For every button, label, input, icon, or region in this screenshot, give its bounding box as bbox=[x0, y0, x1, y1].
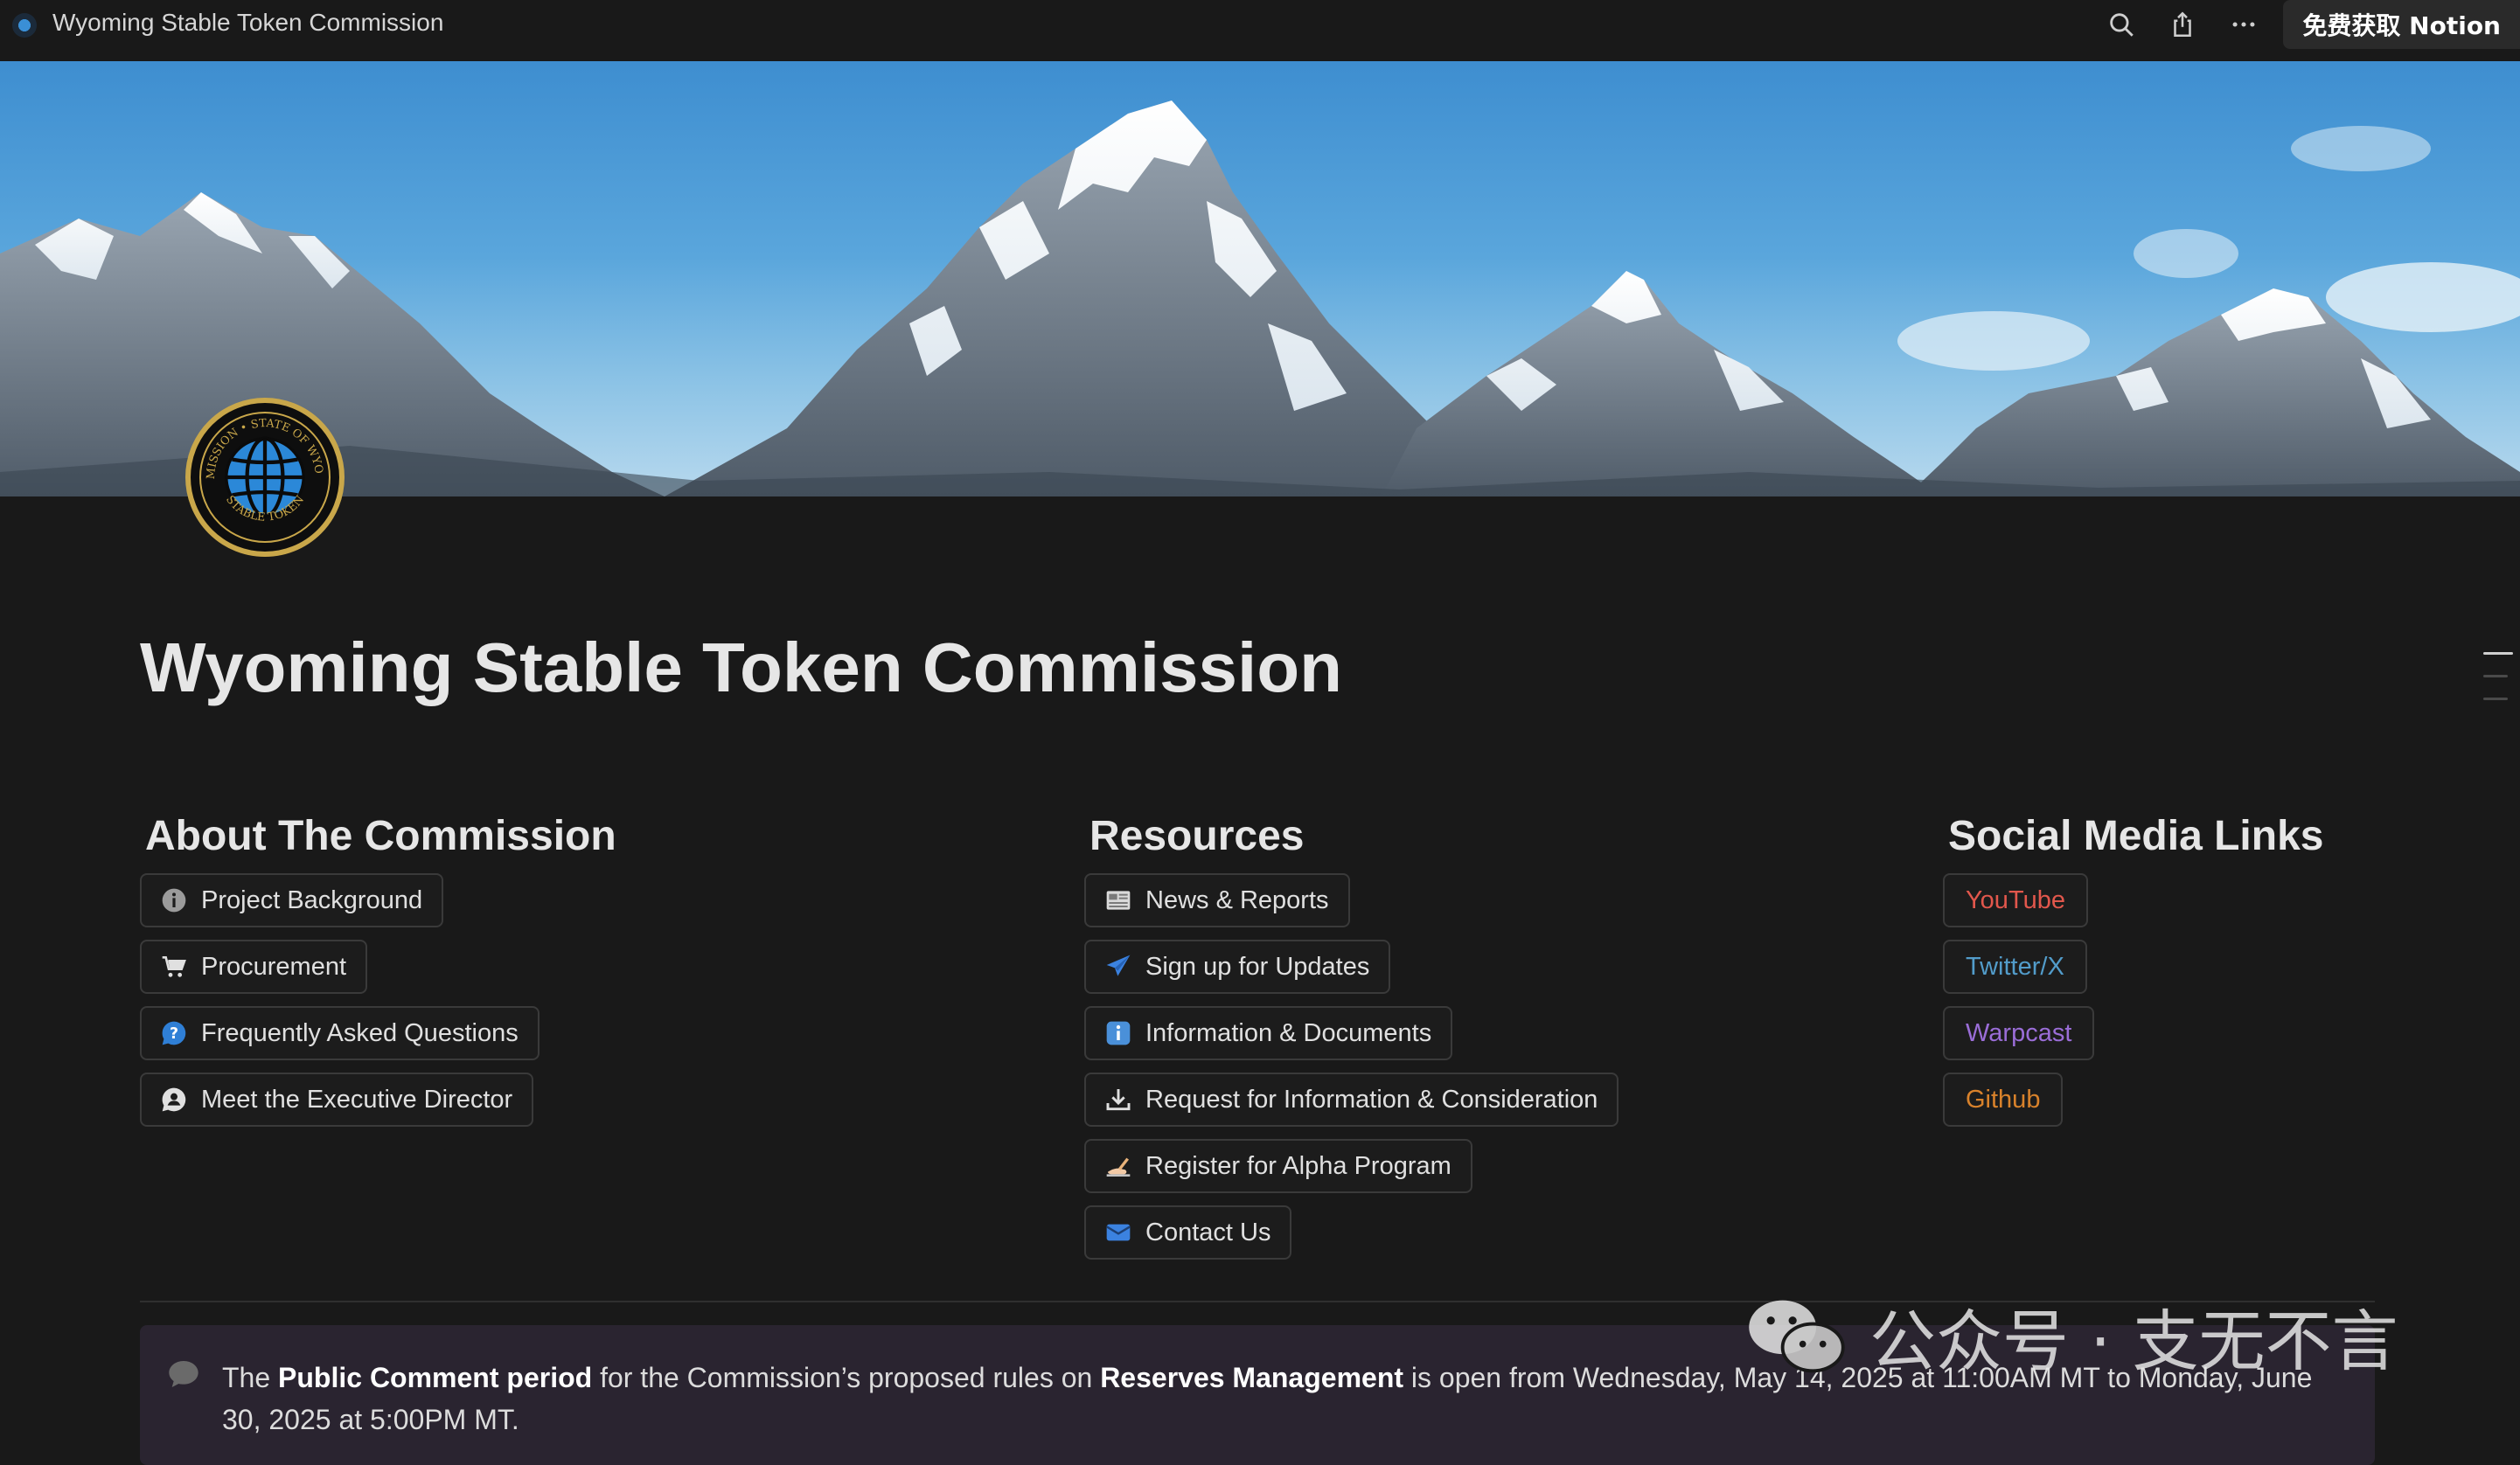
table-of-contents-minimap[interactable] bbox=[2483, 652, 2513, 720]
button-label: Procurement bbox=[201, 952, 347, 981]
seal-ring bbox=[199, 412, 331, 543]
resources-column: Resources News & Reports Sign up for Upd… bbox=[1084, 809, 1619, 1272]
more-icon[interactable] bbox=[2213, 0, 2274, 49]
button-label: Project Background bbox=[201, 885, 423, 914]
question-bubble-icon: ? bbox=[159, 1018, 189, 1048]
meet-director-button[interactable]: Meet the Executive Director bbox=[140, 1073, 534, 1127]
commission-seal-icon: COMMISSION • STATE OF WYOMING STABLE TOK… bbox=[185, 398, 345, 557]
get-notion-button[interactable]: 免费获取 Notion bbox=[2283, 0, 2520, 49]
callout-bold-public-comment: Public Comment period bbox=[278, 1362, 593, 1393]
callout-text-1: The bbox=[222, 1362, 279, 1393]
information-documents-button[interactable]: Information & Documents bbox=[1084, 1006, 1453, 1060]
toc-line[interactable] bbox=[2483, 698, 2508, 700]
cover-image bbox=[0, 61, 2520, 496]
top-bar: Wyoming Stable Token Commission 免费获取 Not… bbox=[0, 0, 2520, 61]
button-label: Twitter/X bbox=[1966, 952, 2064, 981]
social-heading: Social Media Links bbox=[1948, 813, 2324, 859]
search-icon[interactable] bbox=[2091, 0, 2152, 49]
page-favicon-icon bbox=[12, 13, 37, 38]
button-label: Warpcast bbox=[1966, 1018, 2072, 1047]
info-icon bbox=[159, 885, 189, 915]
person-bubble-icon bbox=[159, 1085, 189, 1114]
toc-line[interactable] bbox=[2483, 675, 2508, 677]
button-label: Github bbox=[1966, 1085, 2041, 1114]
resources-heading: Resources bbox=[1089, 813, 1305, 859]
information-icon bbox=[1103, 1018, 1133, 1048]
newspaper-icon bbox=[1103, 885, 1133, 915]
button-label: Meet the Executive Director bbox=[201, 1085, 513, 1114]
button-label: Frequently Asked Questions bbox=[201, 1018, 519, 1047]
project-background-button[interactable]: Project Background bbox=[140, 873, 444, 927]
page-title: Wyoming Stable Token Commission bbox=[140, 628, 1342, 706]
svg-text:?: ? bbox=[170, 1025, 178, 1043]
download-icon bbox=[1103, 1085, 1133, 1114]
github-link[interactable]: Github bbox=[1943, 1073, 2064, 1127]
request-information-button[interactable]: Request for Information & Consideration bbox=[1084, 1073, 1619, 1127]
youtube-link[interactable]: YouTube bbox=[1943, 873, 2088, 927]
button-label: Register for Alpha Program bbox=[1145, 1151, 1451, 1180]
speech-bubble-icon bbox=[169, 1361, 198, 1387]
faq-button[interactable]: ? Frequently Asked Questions bbox=[140, 1006, 540, 1060]
wechat-icon bbox=[1749, 1300, 1845, 1373]
paper-plane-icon bbox=[1103, 952, 1133, 982]
watermark-text: 公众号 · 支无不言 bbox=[1869, 1302, 2398, 1380]
callout-bold-reserves: Reserves Management bbox=[1100, 1362, 1404, 1393]
button-label: Sign up for Updates bbox=[1145, 952, 1370, 981]
button-label: Information & Documents bbox=[1145, 1018, 1432, 1047]
writing-hand-icon bbox=[1103, 1151, 1133, 1181]
toc-line[interactable] bbox=[2483, 652, 2513, 655]
window-title: Wyoming Stable Token Commission bbox=[52, 9, 444, 36]
button-label: YouTube bbox=[1966, 885, 2065, 914]
top-actions: 免费获取 Notion bbox=[2091, 0, 2520, 49]
twitter-link[interactable]: Twitter/X bbox=[1943, 940, 2087, 994]
about-heading: About The Commission bbox=[145, 813, 616, 859]
news-reports-button[interactable]: News & Reports bbox=[1084, 873, 1350, 927]
about-column: About The Commission Project Background … bbox=[140, 809, 616, 1139]
button-label: News & Reports bbox=[1145, 885, 1329, 914]
social-column: Social Media Links YouTube Twitter/X War… bbox=[1943, 809, 2323, 1139]
share-icon[interactable] bbox=[2152, 0, 2213, 49]
procurement-button[interactable]: Procurement bbox=[140, 940, 368, 994]
register-alpha-button[interactable]: Register for Alpha Program bbox=[1084, 1139, 1472, 1193]
cart-icon bbox=[159, 952, 189, 982]
callout-text-2: for the Commission’s proposed rules on bbox=[592, 1362, 1101, 1393]
button-label: Contact Us bbox=[1145, 1218, 1271, 1246]
envelope-icon bbox=[1103, 1218, 1133, 1247]
warpcast-link[interactable]: Warpcast bbox=[1943, 1006, 2095, 1060]
watermark: 公众号 · 支无不言 bbox=[1745, 1283, 2462, 1388]
button-label: Request for Information & Consideration bbox=[1145, 1085, 1598, 1114]
contact-us-button[interactable]: Contact Us bbox=[1084, 1205, 1292, 1260]
sign-up-updates-button[interactable]: Sign up for Updates bbox=[1084, 940, 1391, 994]
